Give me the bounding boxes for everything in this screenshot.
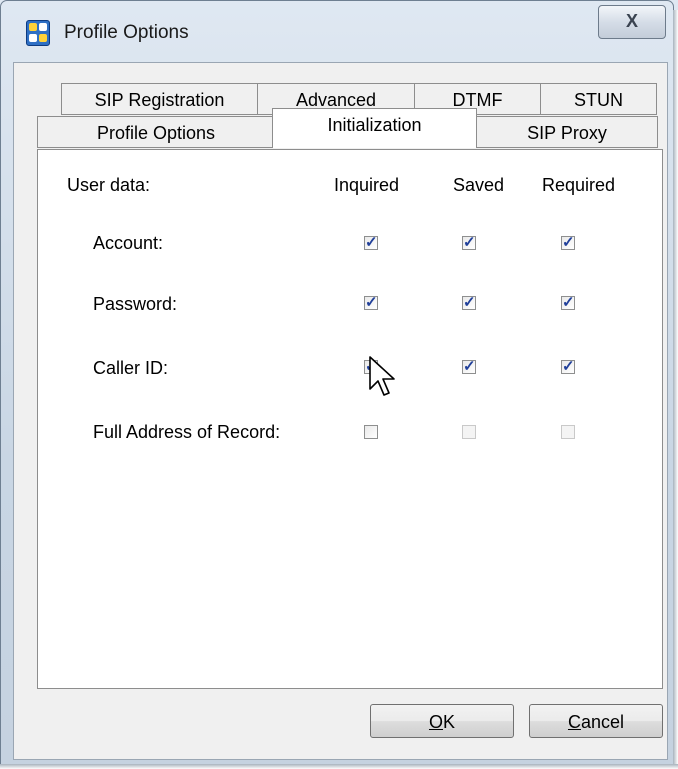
close-button[interactable]: X — [598, 5, 666, 39]
account-inquired-checkbox[interactable] — [364, 233, 378, 251]
app-grid-icon — [26, 20, 50, 46]
required-column-header: Required — [542, 175, 616, 195]
full-address-saved-checkbox[interactable] — [462, 425, 476, 439]
password-inquired-checkbox[interactable] — [364, 293, 378, 311]
full-address-of-record-label: Full Address of Record: — [93, 422, 281, 442]
account-saved-checkbox[interactable] — [462, 233, 476, 251]
inquired-column-header: Inquired — [334, 175, 400, 195]
cancel-button[interactable]: Cancel — [529, 704, 663, 738]
tab-stun[interactable]: STUN — [540, 83, 657, 115]
tab-initialization[interactable]: Initialization — [272, 108, 477, 148]
caller-id-label: Caller ID: — [93, 358, 169, 378]
profile-options-window: Profile Options X SIP Registration Advan… — [0, 0, 678, 769]
ok-mnemonic: O — [428, 712, 443, 732]
full-address-inquired-checkbox[interactable] — [364, 425, 378, 439]
user-data-header: User data: — [67, 175, 151, 195]
account-label: Account: — [93, 233, 164, 253]
saved-column-header: Saved — [453, 175, 505, 195]
password-label: Password: — [93, 294, 178, 314]
caller-id-saved-checkbox[interactable] — [462, 357, 476, 375]
full-address-required-checkbox[interactable] — [561, 425, 575, 439]
initialization-tab-panel — [37, 149, 663, 689]
ok-button[interactable]: OK — [370, 704, 514, 738]
mouse-pointer-icon — [369, 356, 395, 396]
tab-sip-proxy[interactable]: SIP Proxy — [476, 116, 658, 148]
tab-profile-options[interactable]: Profile Options — [37, 116, 275, 148]
window-title: Profile Options — [64, 22, 189, 43]
ok-label-rest: K — [443, 712, 456, 732]
close-icon: X — [625, 11, 638, 31]
cancel-label-rest: ancel — [580, 712, 625, 732]
password-saved-checkbox[interactable] — [462, 293, 476, 311]
cancel-mnemonic: C — [567, 712, 581, 732]
password-required-checkbox[interactable] — [561, 293, 575, 311]
window-shadow-bottom — [0, 764, 678, 769]
caller-id-required-checkbox[interactable] — [561, 357, 575, 375]
tab-sip-registration[interactable]: SIP Registration — [61, 83, 258, 115]
account-required-checkbox[interactable] — [561, 233, 575, 251]
window-shadow-right — [673, 10, 678, 769]
